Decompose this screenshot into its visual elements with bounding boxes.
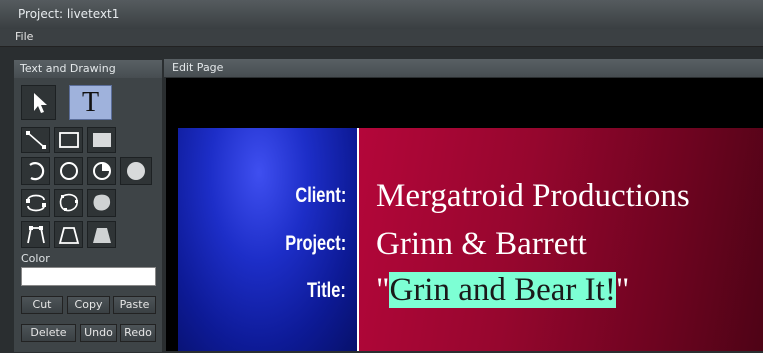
copy-button[interactable]: Copy — [67, 296, 110, 314]
circle-filled-tool[interactable] — [120, 157, 152, 185]
edit-page-canvas[interactable]: Client: Project: Title: Mergatroid Produ… — [166, 78, 763, 351]
text-tool-icon: T — [81, 86, 100, 118]
project-label: Project: — [285, 232, 346, 255]
project-value[interactable]: Grinn & Barrett — [376, 226, 587, 263]
pie-icon — [92, 162, 111, 180]
trapezoid-open-tool[interactable] — [21, 221, 50, 248]
circle-filled-icon — [127, 162, 145, 180]
title-value[interactable]: Grin and Bear It! — [389, 272, 616, 308]
circle-outline-tool[interactable] — [54, 157, 83, 185]
blob-outline-tool[interactable] — [54, 189, 83, 217]
blob-filled-icon — [93, 194, 110, 211]
trapezoid-filled-icon — [92, 227, 111, 243]
rectangle-filled-icon — [92, 133, 111, 147]
pointer-tool[interactable] — [21, 85, 56, 120]
trapezoid-filled-tool[interactable] — [87, 221, 116, 248]
title-value-line[interactable]: "Grin and Bear It!" — [376, 272, 629, 309]
window-titlebar: Project: livetext1 — [0, 0, 763, 30]
rectangle-outline-icon — [58, 132, 79, 148]
redo-button[interactable]: Redo — [120, 324, 156, 342]
delete-button[interactable]: Delete — [21, 324, 76, 342]
client-label: Client: — [295, 184, 346, 207]
blob-filled-tool[interactable] — [87, 189, 116, 217]
pie-tool[interactable] — [87, 157, 116, 185]
rectangle-filled-tool[interactable] — [87, 127, 116, 153]
window-title: Project: livetext1 — [18, 7, 120, 21]
client-value[interactable]: Mergatroid Productions — [376, 178, 690, 215]
circle-outline-icon — [59, 162, 78, 180]
title-open-quote: " — [376, 272, 390, 308]
title-label: Title: — [307, 279, 346, 302]
line-tool[interactable] — [21, 127, 50, 153]
paste-button[interactable]: Paste — [113, 296, 156, 314]
title-close-quote: " — [615, 272, 630, 308]
rectangle-outline-tool[interactable] — [54, 127, 83, 153]
arc-tool[interactable] — [21, 157, 50, 185]
blob-outline-icon — [59, 193, 78, 212]
trapezoid-open-icon — [26, 225, 45, 243]
trapezoid-outline-tool[interactable] — [54, 221, 83, 248]
undo-button[interactable]: Undo — [80, 324, 117, 342]
panel-title: Text and Drawing — [14, 60, 162, 78]
pointer-icon — [33, 92, 47, 113]
curve-shape-icon — [25, 194, 46, 212]
color-label: Color — [21, 252, 50, 265]
cut-button[interactable]: Cut — [21, 296, 63, 314]
line-icon — [25, 131, 46, 149]
edit-page-title: Edit Page — [164, 59, 763, 77]
color-swatch[interactable] — [21, 267, 156, 286]
trapezoid-outline-icon — [58, 226, 79, 244]
menu-bar: File — [0, 29, 763, 47]
text-and-drawing-panel: Text and Drawing T Color Cut Copy Paste … — [13, 59, 163, 353]
curve-shape-tool[interactable] — [21, 189, 50, 217]
text-tool[interactable]: T — [69, 85, 112, 120]
menu-file[interactable]: File — [15, 30, 33, 43]
arc-icon — [28, 162, 44, 181]
